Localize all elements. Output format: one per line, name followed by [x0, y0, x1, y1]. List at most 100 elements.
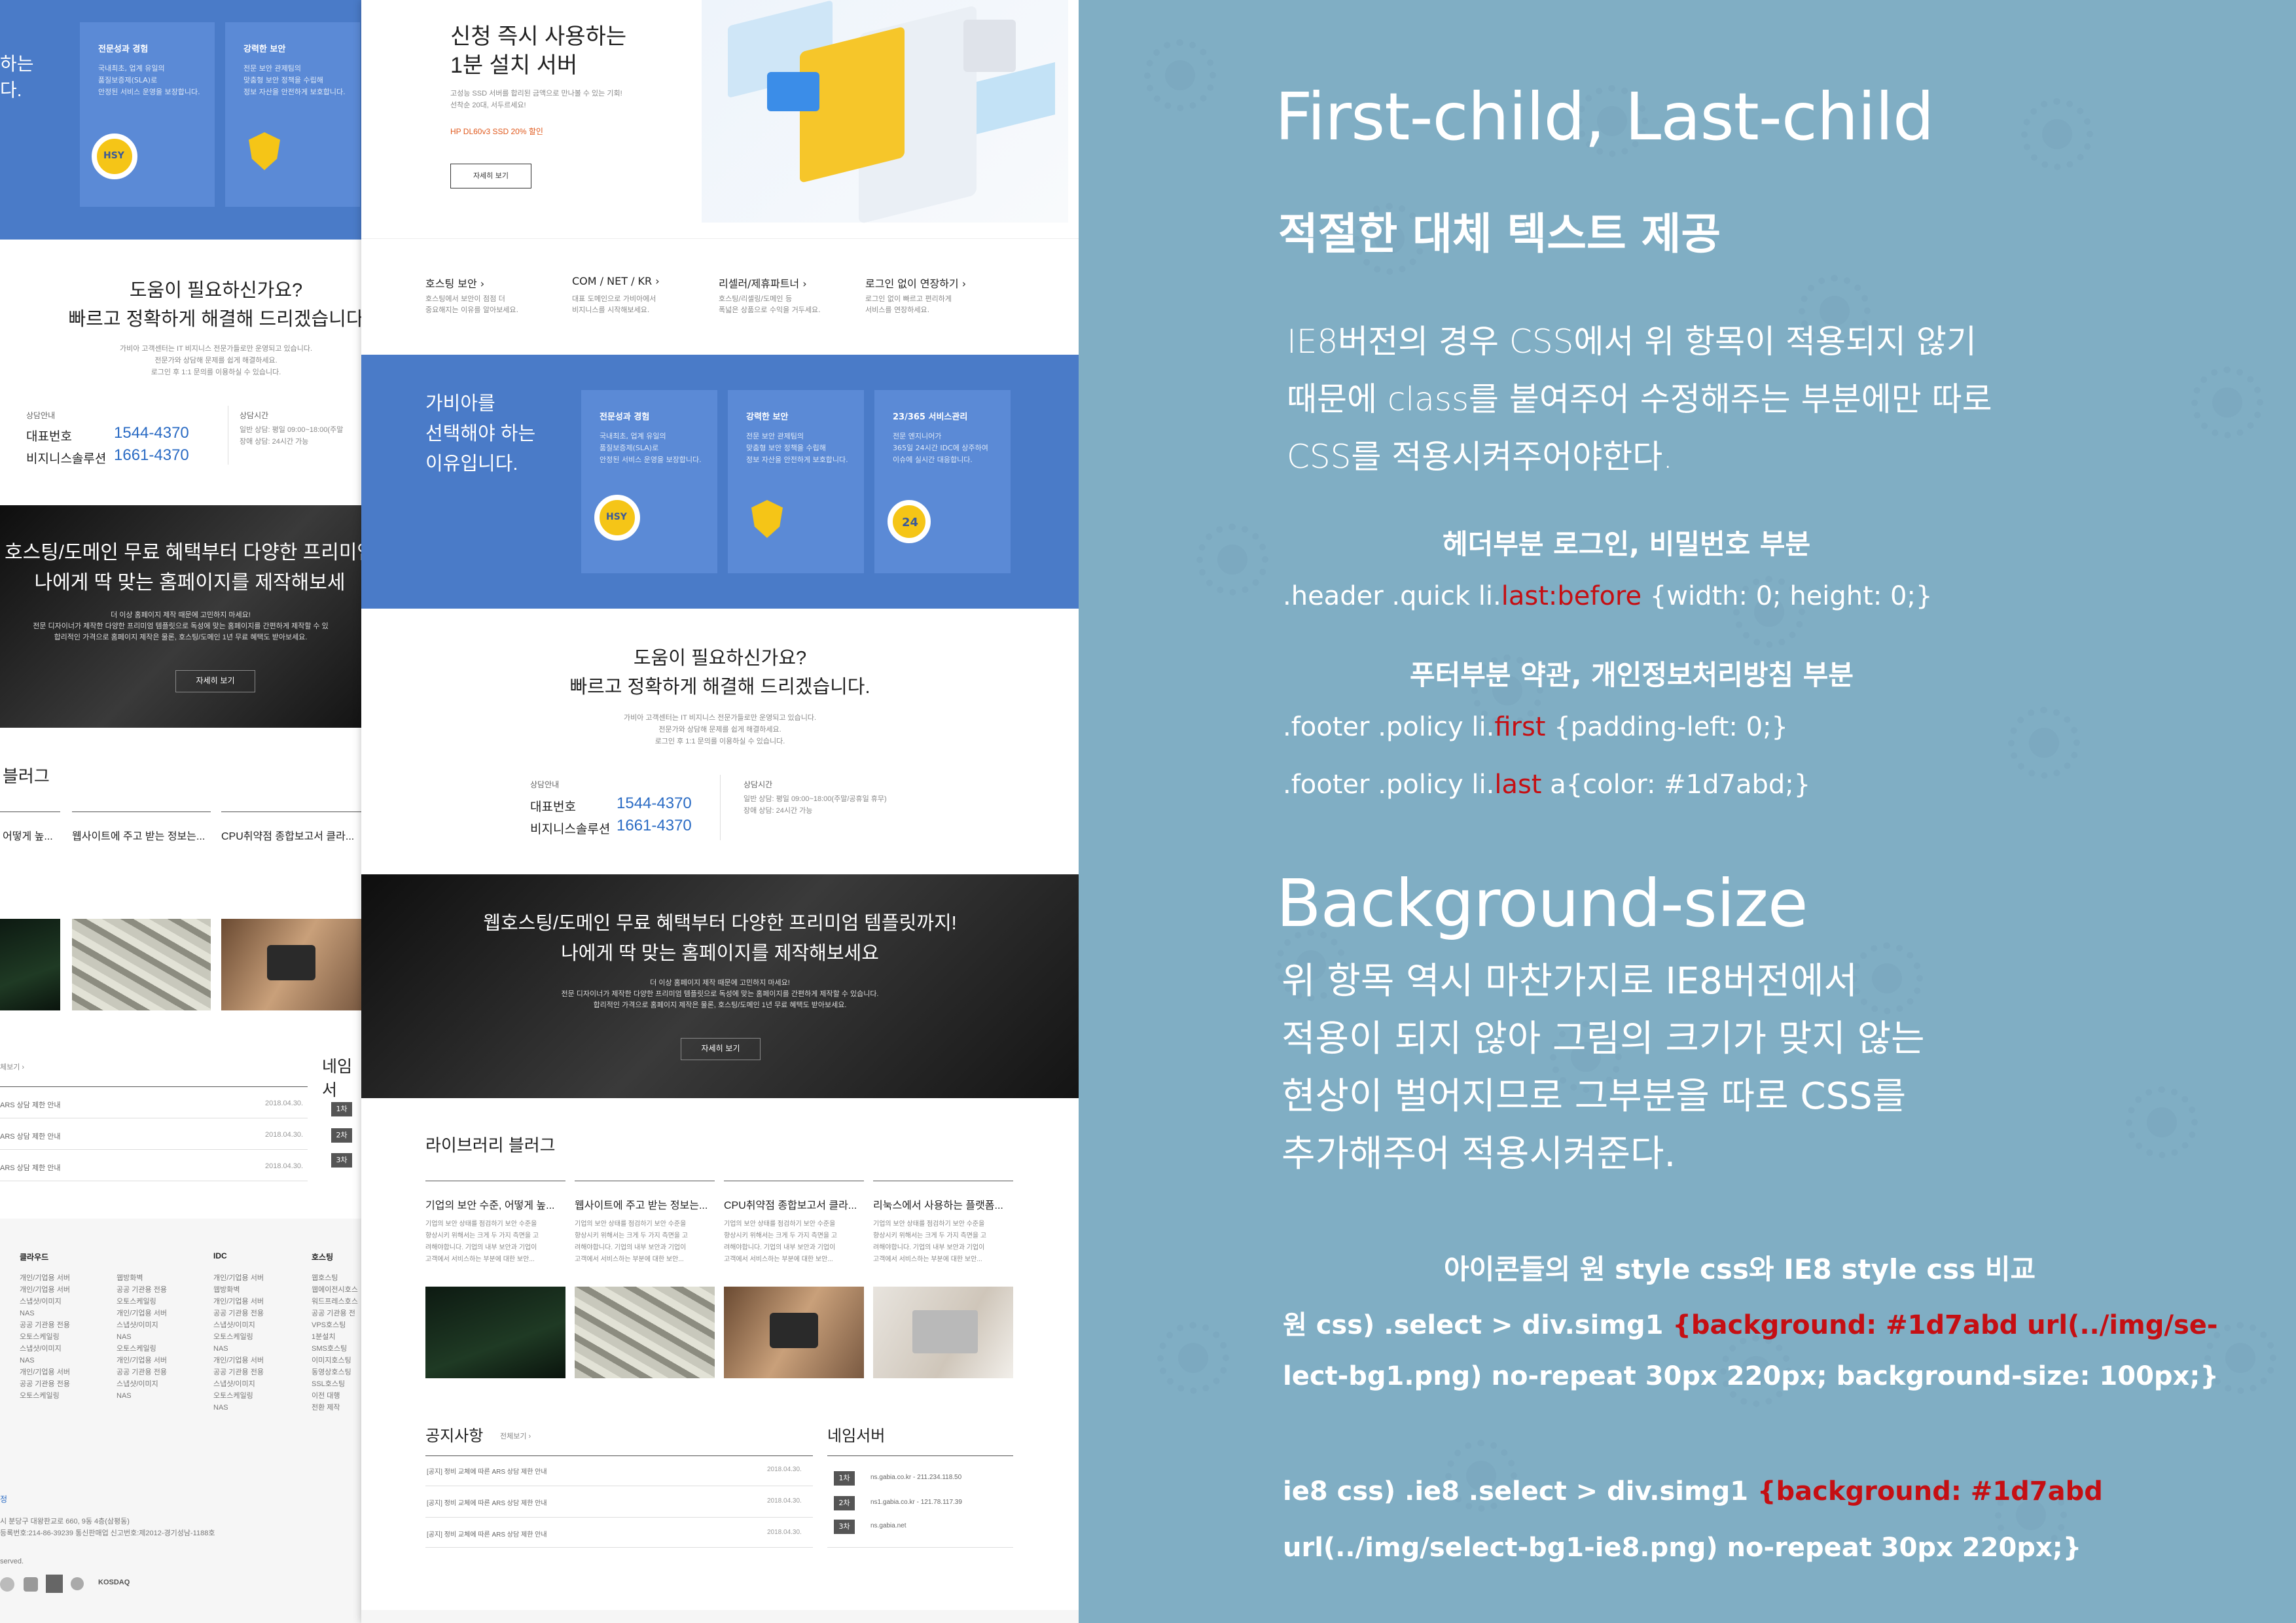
consult-label: 상담안내 [530, 780, 560, 789]
hsy-badge-icon: HSY [92, 134, 137, 179]
code-line-original-2: lect-bg1.png) no-repeat 30px 220px; back… [1283, 1361, 2219, 1391]
card-expertise-left: 전문성과 경험 국내최초, 업계 유일의 품질보증제(SLA)로 안정된 서비스… [80, 22, 215, 207]
footer-logo-icon [71, 1577, 84, 1590]
card-title: 강력한 보안 [243, 45, 286, 54]
promo-banner-left: 호스팅/도메인 무료 혜택부터 다양한 프리미엄 나에게 딱 맞는 홈페이지를 … [0, 505, 361, 728]
footer-kosdaq-logo: KOSDAQ [98, 1578, 130, 1586]
nav-desc: 호스팅/리셀링/도메인 등 폭넓은 상품으로 수익을 거두세요. [719, 294, 821, 314]
rep-label: 대표번호 [26, 430, 72, 444]
card-title: 강력한 보안 [746, 412, 789, 422]
footer-logo-icon [46, 1575, 63, 1593]
card-desc: 전문 엔지니어가 365일 24시간 IDC에 상주하여 이슈에 실시간 대응합… [893, 432, 988, 464]
post-title[interactable]: 웹사이트에 주고 받는 정보는... [575, 1196, 708, 1212]
post-thumb-code[interactable] [425, 1287, 565, 1378]
ns-rank: 3차 [331, 1153, 352, 1168]
notice-item[interactable]: ARS 상담 제한 안내 [0, 1099, 61, 1110]
footer-col-title: 클라우드 [20, 1253, 49, 1262]
notes-heading-background-size: Background-size [1276, 865, 1808, 942]
code-line-header: .header .quick li.last:before {width: 0;… [1283, 581, 1932, 611]
post-thumb-camera[interactable] [221, 919, 361, 1010]
biz-label: 비지니스솔루션 [530, 823, 611, 836]
notice-item[interactable]: [공지] 정비 교체에 따른 ARS 상담 제한 안내 [427, 1497, 547, 1507]
hours-label: 상담시간 [744, 780, 773, 789]
rep-phone[interactable]: 1544-4370 [617, 794, 692, 813]
code-highlight: last [1494, 770, 1542, 800]
notice-title: 공지사항 [425, 1427, 484, 1445]
post-thumb-camera[interactable] [724, 1287, 864, 1378]
footer-address: 시 분당구 대왕판교로 660, 9동 4층(삼평동) 등록번호:214-86-… [0, 1518, 215, 1537]
promo-banner: 웹호스팅/도메인 무료 혜택부터 다양한 프리미엄 템플릿까지! 나에게 딱 맞… [361, 874, 1079, 1098]
image-icon [767, 72, 819, 111]
divider [425, 1547, 813, 1548]
nav-renew[interactable]: 로그인 없이 연장하기 › [865, 275, 966, 291]
window-illustration [977, 62, 1055, 134]
post-desc: 기업의 보안 상태를 점검하기 보안 수준을 향상시키 위해서는 크게 두 가지… [873, 1221, 987, 1263]
notice-more[interactable]: 전체보기 › [500, 1431, 531, 1441]
footer-col-items[interactable]: 개인/기업용 서버 개인/기업용 서버 스냅샷/이미지 NAS 공공 기관용 전… [20, 1272, 70, 1402]
notice-item[interactable]: [공지] 정비 교체에 따른 ARS 상담 제한 안내 [427, 1466, 547, 1476]
promo-detail-button[interactable]: 자세히 보기 [175, 670, 255, 692]
post-title[interactable]: CPU취약점 종합보고서 클라... [724, 1196, 857, 1212]
post-desc: 기업의 보안 상태를 점검하기 보안 수준을 향상시키 위해서는 크게 두 가지… [575, 1221, 689, 1263]
biz-label: 비지니스솔루션 [26, 452, 107, 466]
card-desc: 국내최초, 업계 유일의 품질보증제(SLA)로 안정된 서비스 운영을 보장합… [98, 64, 200, 96]
promo-detail-button[interactable]: 자세히 보기 [681, 1038, 761, 1060]
code-highlight: {background: #1d7abd url(../img/se- [1672, 1310, 2218, 1340]
nav-hosting-security[interactable]: 호스팅 보안 › [425, 275, 484, 291]
footer-col-items[interactable]: 웹방화벽 공공 기관용 전용 오토스케일링 개인/기업용 서버 스냅샷/이미지 … [117, 1272, 167, 1402]
notice-item[interactable]: [공지] 정비 교체에 따른 ARS 상담 제한 안내 [427, 1529, 547, 1539]
divider [827, 1455, 1013, 1456]
notice-date: 2018.04.30. [767, 1466, 802, 1473]
shield-icon [751, 500, 783, 538]
notice-more[interactable]: 체보기 › [0, 1061, 24, 1072]
hero-detail-button[interactable]: 자세히 보기 [450, 164, 531, 188]
nav-desc: 호스팅에서 보안이 점점 더 중요해지는 이유를 알아보세요. [425, 294, 519, 314]
footer-logo-icon [0, 1577, 14, 1592]
post-title[interactable]: 리눅스에서 사용하는 플랫폼... [873, 1196, 1003, 1212]
biz-phone[interactable]: 1661-4370 [617, 817, 692, 835]
code-text: {width: 0; height: 0;} [1641, 581, 1933, 611]
code-text: {padding-left: 0;} [1545, 712, 1788, 742]
biz-phone[interactable]: 1661-4370 [114, 446, 189, 465]
code-highlight: last:before [1501, 581, 1642, 611]
footer-logo-icon [24, 1577, 38, 1592]
post-thumb-money[interactable] [575, 1287, 715, 1378]
clock-24-icon: 24 [888, 500, 931, 543]
code-line-ie8-1: ie8 css) .ie8 .select > div.simg1 {backg… [1283, 1476, 2103, 1507]
divider [0, 1086, 308, 1087]
notice-item[interactable]: ARS 상담 제한 안내 [0, 1162, 61, 1173]
code-text: 원 css) .select > div.simg1 [1283, 1310, 1673, 1340]
nav-domain[interactable]: COM / NET / KR › [572, 275, 660, 287]
card-expertise: 전문성과 경험 국내최초, 업계 유일의 품질보증제(SLA)로 안정된 서비스… [581, 390, 717, 573]
notes-paragraph-2: 위 항목 역시 마찬가지로 IE8버전에서 적용이 되지 않아 그림의 크기가 … [1282, 960, 1925, 1175]
footer-policy-link[interactable]: 정 [0, 1493, 7, 1505]
footer-col-items[interactable]: 개인/기업용 서버 웹방화벽 개인/기업용 서버 공공 기관용 전용 스냅샷/이… [213, 1272, 264, 1414]
post-title[interactable]: 기업의 보안 수준, 어떻게 높... [425, 1196, 554, 1212]
notice-item[interactable]: ARS 상담 제한 안내 [0, 1131, 61, 1141]
hours-desc: 일반 상담: 평일 09:00~18:00(주말/공휴일 휴무) 장애 상담: … [744, 795, 887, 815]
ns-rank: 2차 [331, 1128, 352, 1143]
sun-pattern-icon [2008, 707, 2080, 779]
card-desc: 국내최초, 업계 유일의 품질보증제(SLA)로 안정된 서비스 운영을 보장합… [600, 432, 702, 464]
footer-col-items[interactable]: 웹호스팅 웹에이전시호스 워드프레스호스 공공 기관용 전 VPS호스팅 1분설… [312, 1272, 358, 1414]
rep-label: 대표번호 [530, 800, 576, 814]
ns-rank: 3차 [834, 1520, 855, 1534]
post-title[interactable]: CPU취약점 종합보고서 클라... [221, 827, 354, 843]
notice-date: 2018.04.30. [767, 1529, 802, 1536]
post-title[interactable]: 웹사이트에 주고 받는 정보는... [72, 827, 205, 843]
post-thumb-money[interactable] [72, 919, 211, 1010]
notes-paragraph: IE8버전의 경우 CSS에서 위 항목이 적용되지 않기 때문에 class를… [1287, 323, 1992, 476]
hours-label: 상담시간 [240, 411, 269, 420]
consult-label: 상담안내 [26, 411, 56, 420]
hero-desc: 고성능 SSD 서버를 합리된 금액으로 만나볼 수 있는 기회! 선착순 20… [450, 90, 622, 109]
rep-phone[interactable]: 1544-4370 [114, 424, 189, 442]
ns-rank: 2차 [834, 1496, 855, 1510]
post-thumb-desk[interactable] [873, 1287, 1013, 1378]
post-thumb-code[interactable] [0, 919, 60, 1010]
post-title[interactable]: 어떻게 높... [3, 827, 53, 843]
code-text: ie8 css) .ie8 .select > div.simg1 [1283, 1476, 1758, 1507]
ns-rank: 1차 [834, 1471, 855, 1486]
divider [827, 1547, 1013, 1548]
nav-reseller[interactable]: 리셀러/제휴파트너 › [719, 275, 807, 291]
divider [425, 1455, 813, 1456]
